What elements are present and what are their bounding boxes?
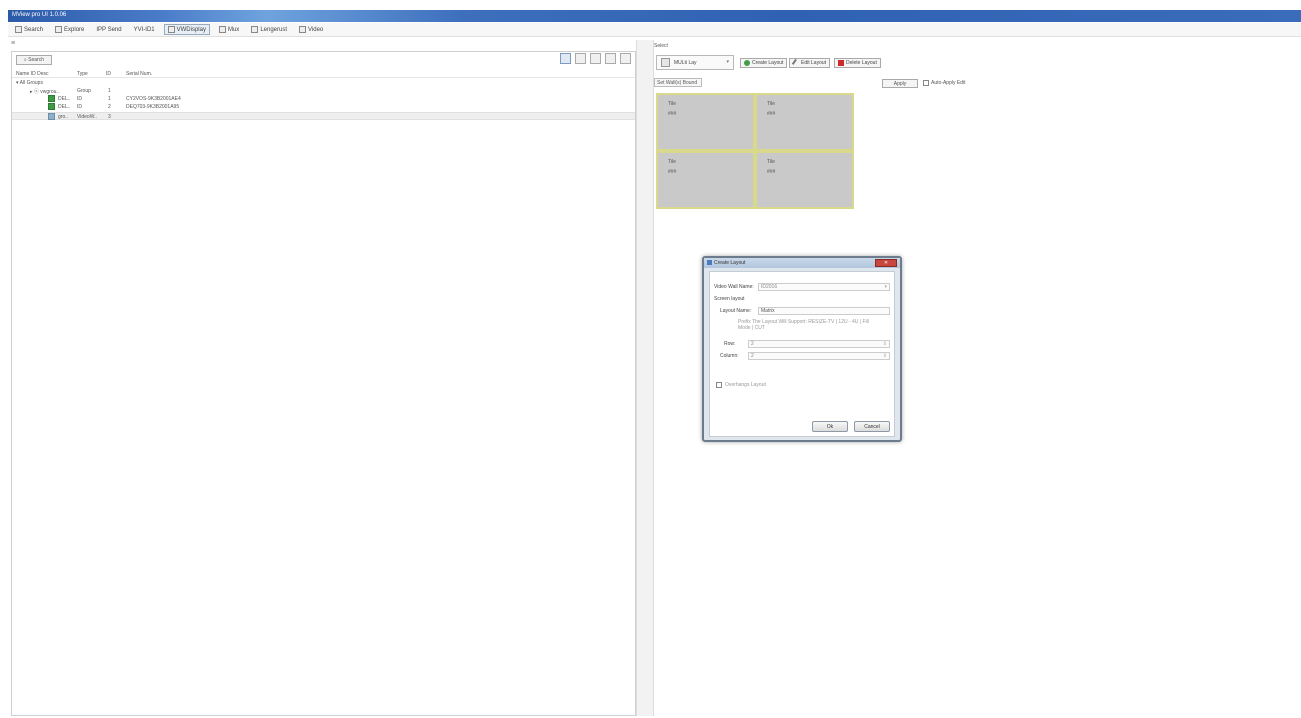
document-icon bbox=[251, 26, 259, 33]
checkbox-icon bbox=[923, 80, 929, 86]
tree-row-group[interactable]: ▸ ⓢ vwgrou.. Group 1 bbox=[12, 87, 635, 95]
create-layout-button[interactable]: Create Layout bbox=[740, 58, 788, 68]
device-tree-panel: ⌕ Search Name ID Desc Type ID Serial Num… bbox=[11, 51, 636, 716]
video-wall-name-select[interactable]: ID2016 ▾ bbox=[758, 283, 890, 291]
create-layout-dialog: Create Layout ✕ Video Wall Name: ID2016 ▾… bbox=[702, 256, 902, 442]
document-icon bbox=[55, 26, 63, 33]
layout-name-input[interactable]: Matrix bbox=[758, 307, 890, 315]
set-wall-bound-button[interactable]: Set Wall(s) Bound bbox=[654, 78, 702, 87]
info-tool-button[interactable] bbox=[560, 53, 571, 64]
delete-icon bbox=[838, 60, 844, 66]
wall-tile[interactable]: Tile ### bbox=[656, 151, 755, 209]
chevron-down-icon: ▾ bbox=[884, 284, 887, 290]
window-title: MView pro UI 1.0.06 bbox=[12, 12, 67, 18]
add-tool-button[interactable] bbox=[590, 53, 601, 64]
pencil-icon bbox=[791, 58, 801, 68]
toolbar-item-explore[interactable]: Explore bbox=[52, 25, 87, 34]
toolbar-item-video[interactable]: Video bbox=[296, 25, 326, 34]
apply-button[interactable]: Apply bbox=[882, 79, 918, 88]
rows-label: Row: bbox=[724, 341, 736, 347]
columns-label: Column: bbox=[720, 353, 739, 359]
app-icon bbox=[707, 260, 712, 265]
tree-row-all-groups[interactable]: ▾ All Groups bbox=[12, 79, 635, 87]
main-toolbar: Search Explore IPP Send YVI-ID1 VWDispla… bbox=[8, 23, 1301, 37]
document-icon bbox=[218, 26, 226, 33]
spinner-icon: ⇕ bbox=[882, 341, 887, 347]
device-icon bbox=[48, 95, 55, 102]
tree-row-videowall[interactable]: gro.. VideoW.. 3 bbox=[12, 112, 635, 120]
left-panel-tools bbox=[560, 53, 631, 64]
menu-icon[interactable]: ≡ bbox=[11, 40, 15, 47]
column-type[interactable]: Type bbox=[77, 71, 88, 77]
document-icon bbox=[15, 26, 22, 33]
wall-tile[interactable]: Tile ### bbox=[755, 151, 854, 209]
layout-icon bbox=[661, 58, 670, 67]
ok-button[interactable]: Ok bbox=[812, 421, 848, 432]
expand-tool-button[interactable] bbox=[620, 53, 631, 64]
column-id[interactable]: ID bbox=[106, 71, 111, 77]
collapse-tool-button[interactable] bbox=[605, 53, 616, 64]
toolbar-item-mux[interactable]: Mux bbox=[216, 25, 242, 34]
select-label: Select bbox=[654, 43, 668, 49]
edit-layout-button[interactable]: Edit Layout bbox=[789, 58, 831, 68]
toolbar-item-yvi[interactable]: YVI-ID1 bbox=[131, 26, 158, 34]
dialog-titlebar[interactable]: Create Layout ✕ bbox=[704, 258, 900, 268]
cancel-button[interactable]: Cancel bbox=[854, 421, 890, 432]
wall-tile[interactable]: Tile ### bbox=[755, 93, 854, 151]
toolbar-item-ipp-send[interactable]: IPP Send bbox=[93, 26, 124, 34]
dialog-body: Video Wall Name: ID2016 ▾ Screen layout L… bbox=[709, 271, 895, 437]
search-button[interactable]: ⌕ Search bbox=[16, 55, 52, 65]
document-icon bbox=[299, 26, 306, 33]
dialog-title: Create Layout bbox=[714, 260, 746, 266]
layout-hint: Prefix The Layout Will Support: RESIZE-T… bbox=[738, 319, 869, 331]
toolbar-item-lengerust[interactable]: Lengerust bbox=[248, 25, 290, 34]
toolbar-item-search[interactable]: Search bbox=[12, 25, 46, 34]
delete-layout-button[interactable]: Delete Layout bbox=[834, 58, 881, 68]
panel-splitter[interactable] bbox=[636, 40, 654, 716]
video-wall-preview: Tile ### Tile ### Tile ### Tile ### bbox=[656, 93, 854, 209]
refresh-tool-button[interactable] bbox=[575, 53, 586, 64]
column-name[interactable]: Name ID Desc bbox=[16, 71, 49, 77]
spinner-icon: ⇕ bbox=[882, 353, 887, 359]
chevron-down-icon: ▾ bbox=[726, 59, 729, 65]
close-button[interactable]: ✕ bbox=[875, 259, 897, 267]
tree-row-device[interactable]: DEL.. ID 2 DEQ703-9K3B2001A95 bbox=[12, 103, 635, 111]
checkbox-icon bbox=[716, 382, 722, 388]
plus-icon bbox=[744, 60, 750, 66]
auto-apply-checkbox[interactable]: Auto-Apply Edit bbox=[923, 80, 965, 86]
wall-tile[interactable]: Tile ### bbox=[656, 93, 755, 151]
screen-layout-label: Screen layout bbox=[714, 296, 745, 302]
overhangs-checkbox[interactable]: Overhangs Layout bbox=[716, 382, 766, 388]
layout-select[interactable]: MULti Lay ▾ bbox=[656, 55, 734, 70]
layout-name-label: Layout Name: bbox=[720, 308, 752, 314]
columns-spinner[interactable]: 2 ⇕ bbox=[748, 352, 890, 360]
video-wall-name-label: Video Wall Name: bbox=[714, 284, 754, 290]
column-serial[interactable]: Serial Num. bbox=[126, 71, 152, 77]
device-icon bbox=[48, 103, 55, 110]
video-wall-icon bbox=[48, 113, 55, 120]
tree-header: Name ID Desc Type ID Serial Num. bbox=[12, 70, 635, 78]
tree-row-device[interactable]: DEL.. ID 1 CY2VOS-9K3B2001AE4 bbox=[12, 95, 635, 103]
rows-spinner[interactable]: 2 ⇕ bbox=[748, 340, 890, 348]
grid-icon bbox=[167, 26, 175, 33]
toolbar-item-vwdisplay[interactable]: VWDisplay bbox=[163, 24, 210, 35]
window-titlebar: MView pro UI 1.0.06 bbox=[8, 10, 1301, 22]
